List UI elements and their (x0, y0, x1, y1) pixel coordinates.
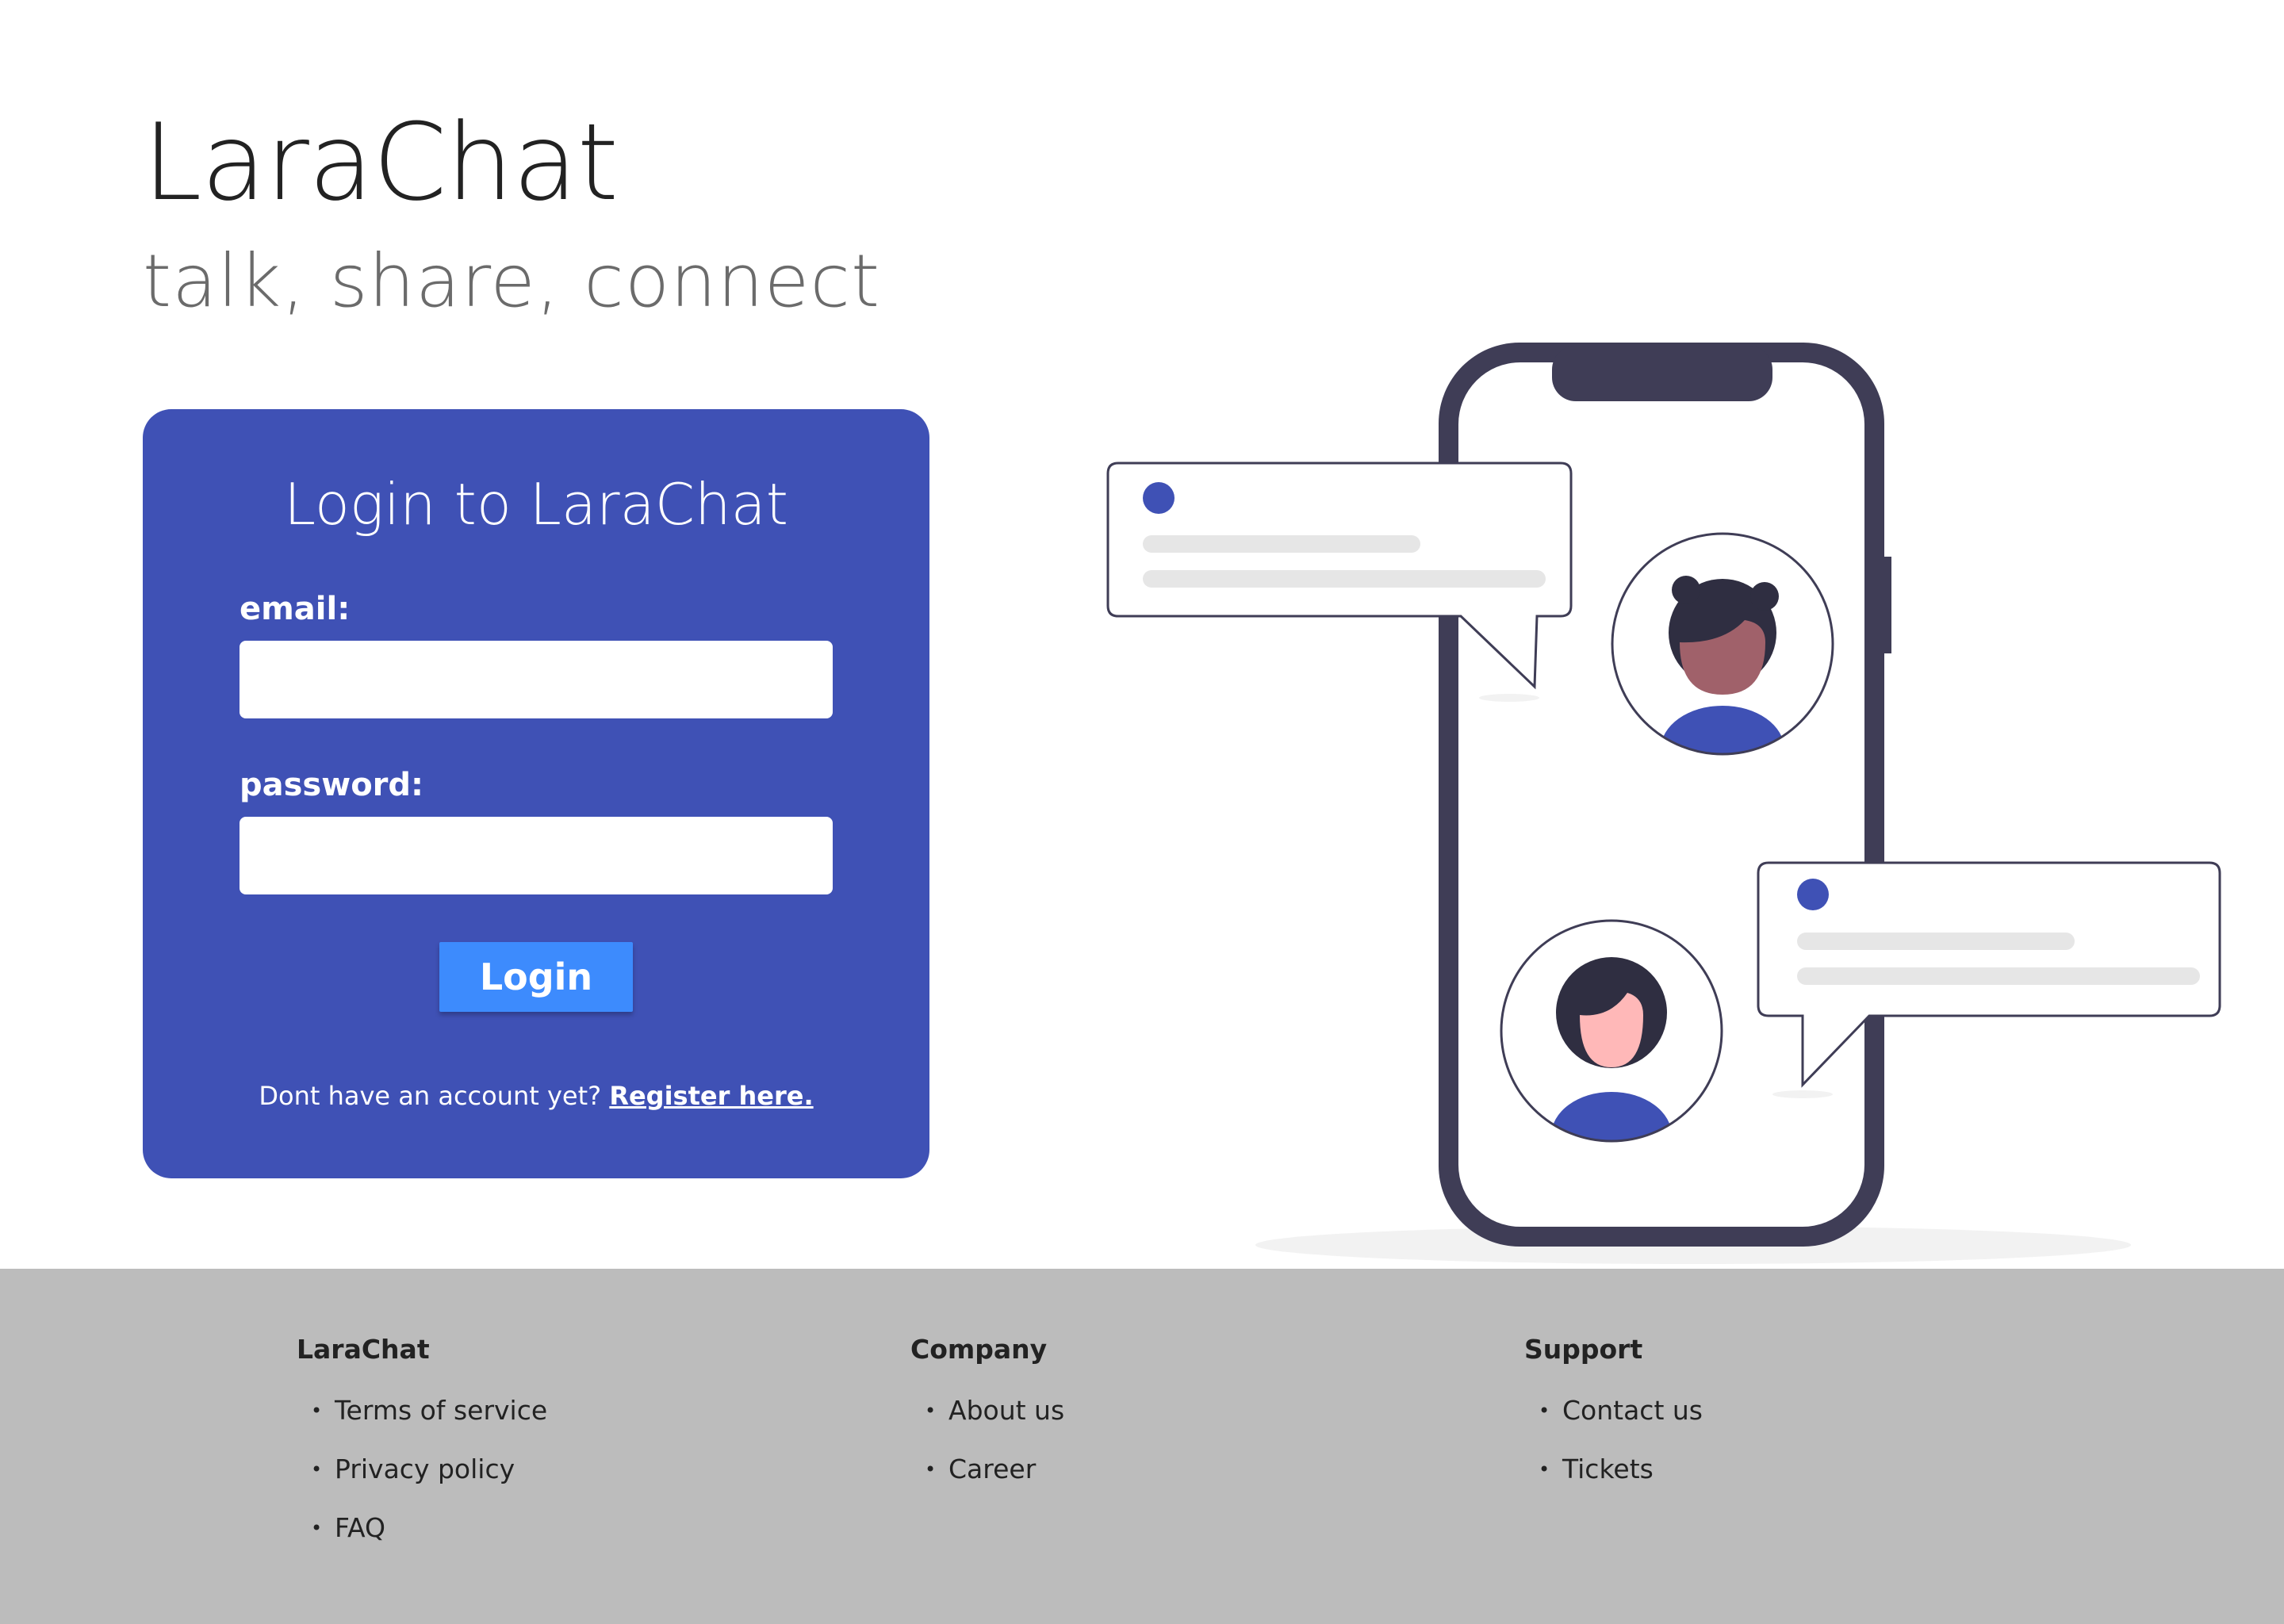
footer-link-label: Privacy policy (335, 1454, 515, 1484)
footer: LaraChat • Terms of service • Privacy poli… (0, 1269, 2284, 1624)
footer-link-career[interactable]: • Career (910, 1440, 1064, 1499)
footer-link-tickets[interactable]: • Tickets (1524, 1440, 1703, 1499)
bullet-icon: • (311, 1458, 323, 1480)
login-card: Login to LaraChat email: password: Login… (143, 409, 929, 1178)
footer-column-support: Support • Contact us • Tickets (1524, 1332, 1703, 1499)
footer-list: • Contact us • Tickets (1524, 1381, 1703, 1499)
footer-link-label: Tickets (1562, 1454, 1654, 1484)
footer-heading: LaraChat (297, 1334, 430, 1365)
footer-heading: Support (1524, 1334, 1643, 1365)
footer-column-larachat: LaraChat • Terms of service • Privacy poli… (297, 1332, 547, 1557)
brand-tagline: talk, share, connect (143, 239, 881, 324)
bullet-icon: • (925, 1400, 937, 1422)
password-field[interactable] (240, 817, 833, 894)
footer-list: • Terms of service • Privacy policy • FAQ (297, 1381, 547, 1557)
footer-column-company: Company • About us • Career (910, 1332, 1064, 1499)
footer-link-label: Terms of service (335, 1395, 548, 1426)
footer-link-privacy[interactable]: • Privacy policy (297, 1440, 547, 1499)
brand-title: LaraChat (143, 101, 619, 224)
email-label: email: (240, 591, 351, 627)
footer-link-about[interactable]: • About us (910, 1381, 1064, 1440)
footer-link-label: Contact us (1562, 1395, 1703, 1426)
register-link[interactable]: Register here. (609, 1081, 813, 1111)
chat-illustration (1106, 343, 2221, 1264)
login-heading: Login to LaraChat (283, 471, 788, 538)
bullet-icon: • (1539, 1458, 1550, 1480)
bullet-icon: • (311, 1517, 323, 1539)
bullet-icon: • (925, 1458, 937, 1480)
footer-list: • About us • Career (910, 1381, 1064, 1499)
bullet-icon: • (1539, 1400, 1550, 1422)
footer-link-label: Career (948, 1454, 1037, 1484)
login-button[interactable]: Login (439, 942, 633, 1012)
footer-link-terms[interactable]: • Terms of service (297, 1381, 547, 1440)
footer-link-label: About us (948, 1395, 1065, 1426)
footer-link-contact[interactable]: • Contact us (1524, 1381, 1703, 1440)
bullet-icon: • (311, 1400, 323, 1422)
footer-heading: Company (910, 1334, 1048, 1365)
email-field[interactable] (240, 641, 833, 718)
footer-link-faq[interactable]: • FAQ (297, 1499, 547, 1557)
register-prompt-text: Dont have an account yet? (259, 1081, 602, 1111)
register-prompt-row: Dont have an account yet? Register here. (143, 1078, 929, 1113)
password-label: password: (240, 767, 424, 803)
footer-link-label: FAQ (335, 1512, 385, 1543)
